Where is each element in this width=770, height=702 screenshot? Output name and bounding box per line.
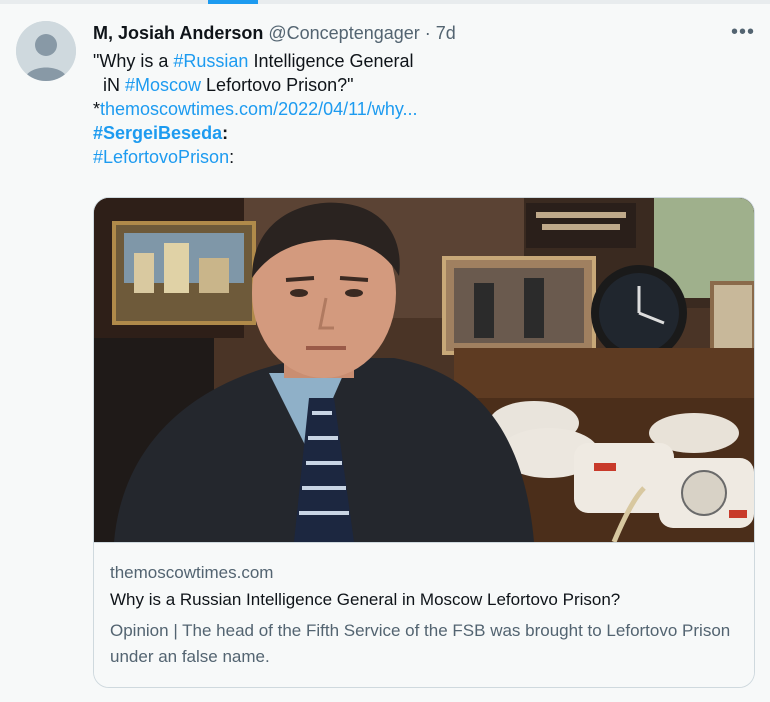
- author-handle[interactable]: @Conceptengager: [268, 23, 419, 43]
- top-divider: [0, 0, 770, 4]
- hashtag-moscow[interactable]: #Moscow: [125, 75, 201, 95]
- tweet-text-line-3: *themoscowtimes.com/2022/04/11/why...: [93, 97, 713, 121]
- card-domain: themoscowtimes.com: [110, 563, 274, 582]
- default-avatar-icon: [16, 21, 76, 81]
- hashtag-lefortovoprison[interactable]: #LefortovoPrison: [93, 147, 229, 167]
- tweet-text-line-5: #LefortovoPrison:: [93, 145, 713, 169]
- more-options-icon[interactable]: •••: [728, 20, 758, 44]
- article-link[interactable]: themoscowtimes.com/2022/04/11/why...: [100, 99, 417, 119]
- card-metadata[interactable]: themoscowtimes.com Why is a Russian Inte…: [94, 542, 754, 687]
- text-segment: :: [229, 147, 235, 167]
- author-name[interactable]: M, Josiah Anderson: [93, 23, 263, 43]
- tweet-timestamp[interactable]: 7d: [436, 23, 456, 43]
- text-segment: *: [93, 99, 101, 119]
- active-tab-indicator: [208, 0, 258, 4]
- text-segment: iN: [93, 75, 126, 95]
- tweet-text: "Why is a #Russian Intelligence General …: [93, 49, 713, 169]
- text-segment: :: [222, 123, 229, 143]
- avatar[interactable]: [16, 21, 76, 81]
- text-segment: Lefortovo Prison?": [201, 75, 354, 95]
- link-preview-card[interactable]: themoscowtimes.com Why is a Russian Inte…: [93, 197, 755, 688]
- tweet-header: M, Josiah Anderson @Conceptengager · 7d: [93, 21, 456, 45]
- tweet-text-line-2: iN #Moscow Lefortovo Prison?": [93, 73, 713, 97]
- hashtag-russian[interactable]: #Russian: [173, 51, 248, 71]
- header-separator: ·: [424, 23, 431, 43]
- card-description: Opinion | The head of the Fifth Service …: [110, 621, 731, 666]
- card-photo: [94, 198, 754, 542]
- hashtag-sergeibeseda[interactable]: #SergeiBeseda: [93, 123, 222, 143]
- tweet-text-line-4: #SergeiBeseda:: [93, 121, 713, 145]
- card-image[interactable]: [94, 198, 754, 542]
- tweet-text-line-1: "Why is a #Russian Intelligence General: [93, 49, 713, 73]
- card-title: Why is a Russian Intelligence General in…: [110, 590, 621, 609]
- text-segment: Intelligence General: [248, 51, 414, 71]
- text-segment: "Why is a: [93, 51, 174, 71]
